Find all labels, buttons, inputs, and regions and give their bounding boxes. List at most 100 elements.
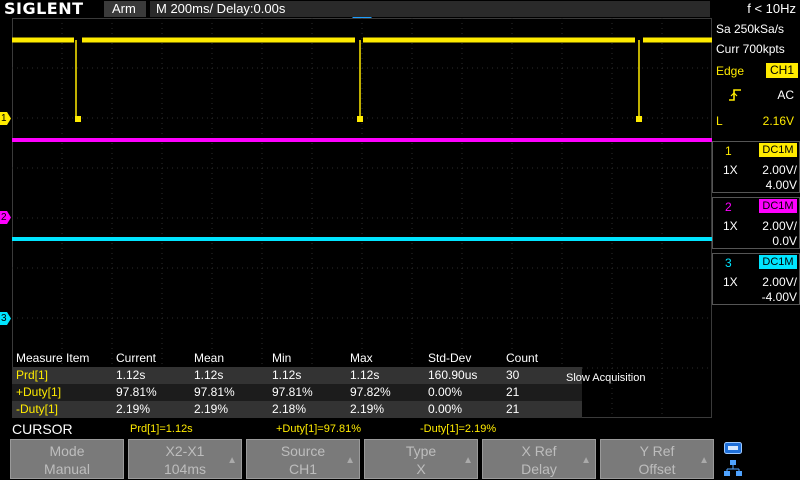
softkey-label: X Ref <box>521 443 557 459</box>
row-min: 97.81% <box>272 385 313 399</box>
trigger-coupling: AC <box>777 88 794 102</box>
softkey-label: Y Ref <box>639 443 675 459</box>
row-max: 1.12s <box>350 368 380 382</box>
channel-2-panel[interactable]: 2 DC1M 1X 2.00V/ 0.0V <box>712 197 800 249</box>
vertical-scale: 2.00V/ <box>762 163 797 177</box>
row-item: -Duty[1] <box>16 402 59 416</box>
trigger-type: Edge <box>716 64 745 78</box>
row-item: Prd[1] <box>16 368 49 382</box>
softkey-label: Type <box>405 443 437 459</box>
trigger-panel[interactable]: Edge CH1 AC L 2.16V <box>712 60 800 138</box>
coupling-badge: DC1M <box>759 199 797 213</box>
brand-logo: SIGLENT <box>4 0 84 18</box>
row-mean: 1.12s <box>194 368 224 382</box>
header-max: Max <box>350 351 373 365</box>
vertical-offset: 4.00V <box>765 178 797 192</box>
softkey-value: Offset <box>638 461 676 477</box>
trigger-level-label: L <box>716 114 723 128</box>
cursor-value-period: Prd[1]=1.12s <box>130 423 193 435</box>
table-row: -Duty[1] 2.19% 2.19% 2.18% 2.19% 0.00% 2… <box>12 401 582 418</box>
header-item: Measure Item <box>16 351 90 365</box>
row-min: 1.12s <box>272 368 302 382</box>
row-current: 97.81% <box>116 385 157 399</box>
row-count: 30 <box>506 368 520 382</box>
probe-factor: 1X <box>723 163 738 177</box>
knob-adjust-icon: ▲ <box>581 455 591 466</box>
row-stddev: 0.00% <box>428 385 463 399</box>
vertical-scale: 2.00V/ <box>762 219 797 233</box>
header-current: Current <box>116 351 157 365</box>
channel-1-marker[interactable]: 1 <box>0 112 11 125</box>
row-max: 97.82% <box>350 385 391 399</box>
top-bar: SIGLENT Arm M 200ms/ Delay:0.00s f < 10H… <box>0 0 800 18</box>
channel-number: 3 <box>725 256 732 270</box>
header-stddev: Std-Dev <box>428 351 472 365</box>
row-stddev: 0.00% <box>428 402 463 416</box>
rising-edge-icon <box>729 89 741 101</box>
measurement-table: Measure Item Current Mean Min Max Std-De… <box>12 350 712 418</box>
softkey-x-ref[interactable]: X Ref Delay ▲ <box>482 439 596 479</box>
row-current: 1.12s <box>116 368 146 382</box>
softkey-value: CH1 <box>288 461 317 477</box>
frequency-counter: f < 10Hz <box>747 1 796 16</box>
knob-adjust-icon: ▲ <box>463 455 473 466</box>
softkey-mode[interactable]: Mode Manual <box>10 439 124 479</box>
sample-rate: Sa 250kSa/s <box>716 22 785 36</box>
vertical-offset: -4.00V <box>761 290 797 304</box>
softkey-label: Source <box>280 443 326 459</box>
row-count: 21 <box>506 402 520 416</box>
softkey-x2-x1[interactable]: X2-X1 104ms ▲ <box>128 439 242 479</box>
table-row: Prd[1] 1.12s 1.12s 1.12s 1.12s 160.90us … <box>12 367 582 384</box>
channel-3-panel[interactable]: 3 DC1M 1X 2.00V/ -4.00V <box>712 253 800 305</box>
cursor-bar: CURSOR Prd[1]=1.12s +Duty[1]=97.81% -Dut… <box>0 420 800 438</box>
knob-adjust-icon: ▲ <box>227 455 237 466</box>
status-icons <box>716 438 800 480</box>
channel-1-panel[interactable]: 1 DC1M 1X 2.00V/ 4.00V <box>712 141 800 193</box>
network-icon <box>724 460 742 476</box>
channel-3-marker[interactable]: 3 <box>0 312 11 325</box>
usb-icon <box>724 442 742 454</box>
memory-depth: Curr 700kpts <box>716 42 785 56</box>
coupling-badge: DC1M <box>759 143 797 157</box>
channel-number: 1 <box>725 144 732 158</box>
cursor-value-neg-duty: -Duty[1]=2.19% <box>420 423 497 435</box>
knob-adjust-icon: ▲ <box>345 455 355 466</box>
softkey-label: X2-X1 <box>165 443 205 459</box>
row-max: 2.19% <box>350 402 385 416</box>
softkey-value: Manual <box>44 461 90 477</box>
row-count: 21 <box>506 385 520 399</box>
acquisition-status: Arm <box>104 1 146 17</box>
row-current: 2.19% <box>116 402 151 416</box>
softkey-source[interactable]: Source CH1 ▲ <box>246 439 360 479</box>
softkey-bar: Mode Manual X2-X1 104ms ▲ Source CH1 ▲ T… <box>0 438 800 480</box>
trigger-level: 2.16V <box>762 114 794 128</box>
vertical-scale: 2.00V/ <box>762 275 797 289</box>
cursor-menu-title: CURSOR <box>12 421 73 437</box>
channel-number: 2 <box>725 200 732 214</box>
vertical-offset: 0.0V <box>772 234 797 248</box>
probe-factor: 1X <box>723 275 738 289</box>
coupling-badge: DC1M <box>759 255 797 269</box>
row-mean: 2.19% <box>194 402 229 416</box>
softkey-type[interactable]: Type X ▲ <box>364 439 478 479</box>
softkey-label: Mode <box>49 443 85 459</box>
header-min: Min <box>272 351 292 365</box>
header-count: Count <box>506 351 539 365</box>
timebase-readout: M 200ms/ Delay:0.00s <box>150 1 710 17</box>
measurement-header-row: Measure Item Current Mean Min Max Std-De… <box>12 350 582 367</box>
header-mean: Mean <box>194 351 225 365</box>
slow-acquisition-label: Slow Acquisition <box>566 372 646 384</box>
table-row: +Duty[1] 97.81% 97.81% 97.81% 97.82% 0.0… <box>12 384 582 401</box>
softkey-value: X <box>416 461 426 477</box>
softkey-y-ref[interactable]: Y Ref Offset ▲ <box>600 439 714 479</box>
row-min: 2.18% <box>272 402 307 416</box>
channel-2-marker[interactable]: 2 <box>0 211 11 224</box>
softkey-value: 104ms <box>163 461 207 477</box>
row-stddev: 160.90us <box>428 368 478 382</box>
probe-factor: 1X <box>723 219 738 233</box>
row-mean: 97.81% <box>194 385 235 399</box>
knob-adjust-icon: ▲ <box>699 455 709 466</box>
trigger-source-badge: CH1 <box>766 63 798 78</box>
softkey-value: Delay <box>521 461 557 477</box>
row-item: +Duty[1] <box>16 385 62 399</box>
